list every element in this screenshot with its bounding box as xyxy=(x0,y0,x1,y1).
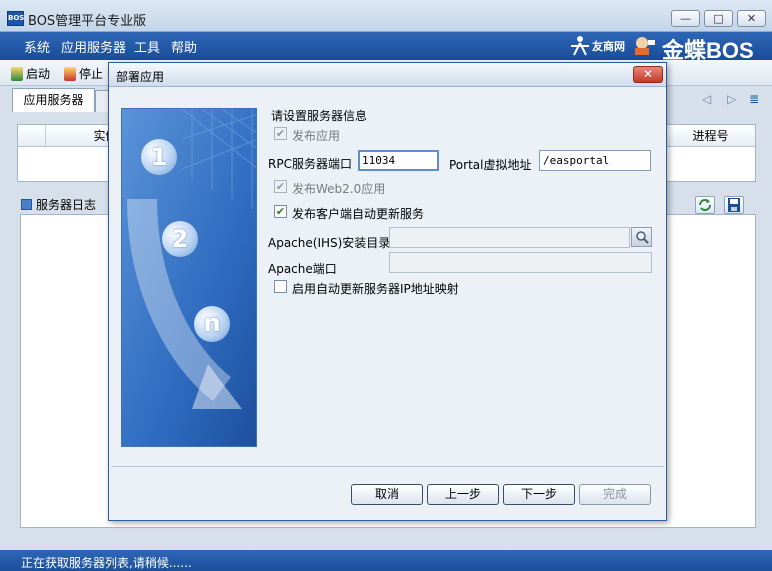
portal-input[interactable] xyxy=(539,150,651,171)
apache-port-input[interactable] xyxy=(389,252,652,273)
apache-dir-input[interactable] xyxy=(389,227,630,248)
apache-dir-label: Apache(IHS)安装目录 xyxy=(268,236,391,250)
dialog-divider xyxy=(111,466,664,467)
publish-app-checkbox[interactable]: ✔ xyxy=(274,127,287,140)
finish-button[interactable]: 完成 xyxy=(579,484,651,505)
rpc-port-input[interactable] xyxy=(358,150,439,171)
log-panel-title: 服务器日志 xyxy=(21,196,96,213)
publish-client-update-label: 发布客户端自动更新服务 xyxy=(292,207,425,221)
tab-next-hidden[interactable] xyxy=(95,90,109,112)
tab-list-icon[interactable]: ≣ xyxy=(749,92,759,106)
wizard-step-2-icon: 2 xyxy=(162,221,198,257)
save-icon xyxy=(728,198,740,212)
app-icon: BOS xyxy=(7,11,24,26)
minimize-button[interactable]: — xyxy=(671,10,700,27)
start-icon xyxy=(11,67,23,81)
youshang-figure-icon xyxy=(571,36,589,56)
menu-system[interactable]: 系统 xyxy=(24,37,50,56)
tab-app-server[interactable]: 应用服务器 xyxy=(12,88,95,112)
menu-tools[interactable]: 工具 xyxy=(134,37,160,56)
column-header-pid[interactable]: 进程号 xyxy=(666,125,755,147)
refresh-log-button[interactable] xyxy=(695,196,715,214)
statusbar: 正在获取服务器列表,请稍候...... xyxy=(0,550,772,571)
stop-label: 停止 xyxy=(79,67,104,81)
maximize-button[interactable]: □ xyxy=(704,10,733,27)
deploy-dialog: 部署应用 ✕ 1 2 n 请设置服务器信息 ✔ 发布应用 RPC服务器端口 11… xyxy=(108,62,667,521)
tab-scroll-right-icon[interactable]: ▷ xyxy=(727,92,736,106)
wizard-step-n-icon: n xyxy=(194,306,230,342)
rpc-port-label: RPC服务器端口 xyxy=(268,157,352,171)
status-text: 正在获取服务器列表,请稍候...... xyxy=(21,556,192,570)
previous-step-button[interactable]: 上一步 xyxy=(427,484,499,505)
section-title: 请设置服务器信息 xyxy=(271,109,368,123)
table-corner-header xyxy=(18,125,46,147)
menu-app-server[interactable]: 应用服务器 xyxy=(61,37,126,56)
save-log-button[interactable] xyxy=(724,196,744,214)
apache-port-label: Apache端口 xyxy=(268,262,337,276)
kingdee-mascot-icon xyxy=(635,37,655,55)
brand-youshang-text: 友商网 xyxy=(592,40,625,53)
dialog-titlebar: 部署应用 ✕ xyxy=(109,63,666,87)
auto-update-ip-mapping-label: 启用自动更新服务器IP地址映射 xyxy=(292,282,459,296)
menu-help[interactable]: 帮助 xyxy=(171,37,197,56)
cancel-button[interactable]: 取消 xyxy=(351,484,423,505)
stop-icon xyxy=(64,67,76,81)
publish-app-label: 发布应用 xyxy=(292,129,341,143)
tab-scroll-left-icon[interactable]: ◁ xyxy=(702,92,711,106)
dialog-close-button[interactable]: ✕ xyxy=(633,66,663,83)
portal-label: Portal虚拟地址 xyxy=(449,158,532,172)
brand-youshang-logo: 友商网 xyxy=(568,35,628,57)
refresh-icon xyxy=(699,199,711,211)
publish-web20-label: 发布Web2.0应用 xyxy=(292,182,386,196)
next-step-button[interactable]: 下一步 xyxy=(503,484,575,505)
dialog-title: 部署应用 xyxy=(116,70,165,84)
log-panel-icon xyxy=(21,199,32,210)
apache-dir-browse-button[interactable] xyxy=(631,227,652,247)
start-label: 启动 xyxy=(26,67,51,81)
browse-magnifier-icon xyxy=(636,231,649,244)
window-titlebar: BOS BOS管理平台专业版 — □ ✕ xyxy=(0,0,772,32)
close-button[interactable]: ✕ xyxy=(737,10,766,27)
log-title-text: 服务器日志 xyxy=(36,198,97,212)
stop-server-button[interactable]: 停止 xyxy=(64,65,103,82)
auto-update-ip-mapping-checkbox[interactable] xyxy=(274,280,287,293)
window-title: BOS管理平台专业版 xyxy=(28,14,147,29)
wizard-step-1-icon: 1 xyxy=(141,139,177,175)
start-server-button[interactable]: 启动 xyxy=(11,65,50,82)
brand-kingdee-logo: 金蝶BOS xyxy=(662,38,754,63)
menubar: 系统 应用服务器 工具 帮助 友商网 金蝶BOS xyxy=(0,32,772,63)
publish-web20-checkbox[interactable]: ✔ xyxy=(274,180,287,193)
publish-client-update-checkbox[interactable]: ✔ xyxy=(274,205,287,218)
